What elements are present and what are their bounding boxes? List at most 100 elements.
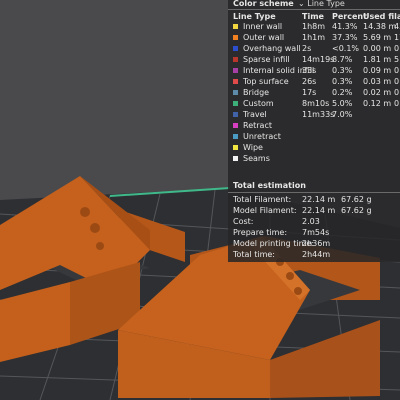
col-header-used-filament: Used filame (363, 12, 400, 21)
estimation-row: Prepare time: 7m54s (228, 227, 400, 238)
line-type-percent: 0.2% (332, 88, 353, 97)
estimation-label: Model Filament: (233, 206, 297, 215)
legend-panel: Color scheme ⌄ Line Type Line Type Time … (228, 0, 400, 262)
line-type-used-filament: 5.69 m (363, 33, 392, 42)
line-type-time: 2s (302, 44, 312, 53)
total-estimation-title: Total estimation (233, 181, 306, 190)
estimation-label: Cost: (233, 217, 254, 226)
legend-row[interactable]: Retract (228, 120, 400, 131)
line-type-name: Unretract (243, 132, 281, 141)
estimation-value-secondary: 67.62 g (341, 195, 372, 204)
line-type-time: 33s (302, 66, 317, 75)
line-type-extra: 0. (394, 88, 400, 97)
estimation-label: Total time: (233, 250, 275, 259)
model-left-hole (80, 207, 90, 217)
line-type-color-swatch (233, 35, 238, 40)
line-type-extra: 0. (394, 99, 400, 108)
line-type-color-swatch (233, 90, 238, 95)
line-type-name: Top surface (243, 77, 289, 86)
line-type-percent: 0.3% (332, 77, 353, 86)
line-type-color-swatch (233, 46, 238, 51)
line-type-percent: 7.0% (332, 110, 353, 119)
line-type-extra: 5 (394, 55, 400, 64)
divider (228, 192, 400, 193)
line-type-color-swatch (233, 123, 238, 128)
color-scheme-label: Color scheme (233, 0, 294, 8)
line-type-used-filament: 1.81 m (363, 55, 392, 64)
line-type-name: Seams (243, 154, 270, 163)
color-scheme-value: Line Type (307, 0, 345, 8)
line-type-time: 26s (302, 77, 317, 86)
line-type-percent: 5.0% (332, 99, 353, 108)
line-type-time: 8m10s (302, 99, 330, 108)
estimation-value: 2.03 (302, 217, 320, 226)
line-type-percent: 0.3% (332, 66, 353, 75)
line-type-used-filament: 0.09 m (363, 66, 392, 75)
line-type-percent: 8.7% (332, 55, 353, 64)
line-type-used-filament: 0.12 m (363, 99, 392, 108)
model-right-hole (286, 272, 294, 280)
line-type-name: Sparse infill (243, 55, 290, 64)
chevron-down-icon: ⌄ (298, 0, 305, 8)
estimation-value: 7m54s (302, 228, 330, 237)
line-type-used-filament: 0.00 m (363, 44, 392, 53)
line-type-time: 1h8m (302, 22, 326, 31)
line-type-extra: 0 (394, 44, 400, 53)
col-header-percent: Percent (332, 12, 367, 21)
line-type-extra: 17 (394, 33, 400, 42)
line-type-color-swatch (233, 79, 238, 84)
color-scheme-select[interactable]: ⌄ Line Type (298, 0, 345, 8)
line-type-time: 1h1m (302, 33, 326, 42)
legend-row[interactable]: Bridge 17s 0.2% 0.02 m0. (228, 87, 400, 98)
line-type-color-swatch (233, 24, 238, 29)
model-left-hole (90, 223, 100, 233)
estimation-value: 2h36m (302, 239, 331, 248)
line-type-time: 14m19s (302, 55, 335, 64)
line-type-time: 17s (302, 88, 317, 97)
line-type-name: Travel (243, 110, 267, 119)
line-type-name: Wipe (243, 143, 263, 152)
legend-row[interactable]: Outer wall 1h1m 37.3% 5.69 m17 (228, 32, 400, 43)
estimation-row: Cost: 2.03 (228, 216, 400, 227)
line-type-color-swatch (233, 145, 238, 150)
model-right-hole (294, 287, 302, 295)
legend-row[interactable]: Top surface 26s 0.3% 0.03 m0. (228, 76, 400, 87)
legend-row[interactable]: Inner wall 1h8m 41.3% 14.38 m43 (228, 21, 400, 32)
estimation-row: Model printing time: 2h36m (228, 238, 400, 249)
legend-row[interactable]: Wipe (228, 142, 400, 153)
line-type-percent: <0.1% (332, 44, 360, 53)
legend-row[interactable]: Unretract (228, 131, 400, 142)
estimation-value: 2h44m (302, 250, 331, 259)
estimation-label: Total Filament: (233, 195, 292, 204)
line-type-used-filament: 0.03 m (363, 77, 392, 86)
line-type-extra: 43 (394, 22, 400, 31)
line-type-extra: 0. (394, 66, 400, 75)
line-type-name: Custom (243, 99, 274, 108)
divider (228, 9, 400, 10)
line-type-color-swatch (233, 68, 238, 73)
col-header-time: Time (302, 12, 324, 21)
estimation-row: Model Filament: 22.14 m 67.62 g (228, 205, 400, 216)
estimation-value: 22.14 m (302, 206, 336, 215)
estimation-label: Prepare time: (233, 228, 288, 237)
line-type-color-swatch (233, 101, 238, 106)
model-left-hole (96, 242, 104, 250)
estimation-value: 22.14 m (302, 195, 336, 204)
legend-row[interactable]: Travel 11m33s 7.0% (228, 109, 400, 120)
line-type-extra: 0. (394, 77, 400, 86)
col-header-line-type: Line Type (233, 12, 276, 21)
line-type-name: Overhang wall (243, 44, 301, 53)
line-type-color-swatch (233, 156, 238, 161)
line-type-percent: 37.3% (332, 33, 358, 42)
estimation-value-secondary: 67.62 g (341, 206, 372, 215)
legend-row[interactable]: Seams (228, 153, 400, 164)
line-type-color-swatch (233, 134, 238, 139)
legend-row[interactable]: Sparse infill 14m19s 8.7% 1.81 m5 (228, 54, 400, 65)
legend-row[interactable]: Custom 8m10s5.0% 0.12 m0. (228, 98, 400, 109)
legend-row[interactable]: Overhang wall 2s <0.1% 0.00 m0 (228, 43, 400, 54)
line-type-color-swatch (233, 112, 238, 117)
legend-row[interactable]: Internal solid infill33s0.3%0.09 m0. (228, 65, 400, 76)
color-scheme-row: Color scheme ⌄ Line Type (228, 0, 400, 9)
line-type-percent: 41.3% (332, 22, 358, 31)
line-type-name: Outer wall (243, 33, 285, 42)
